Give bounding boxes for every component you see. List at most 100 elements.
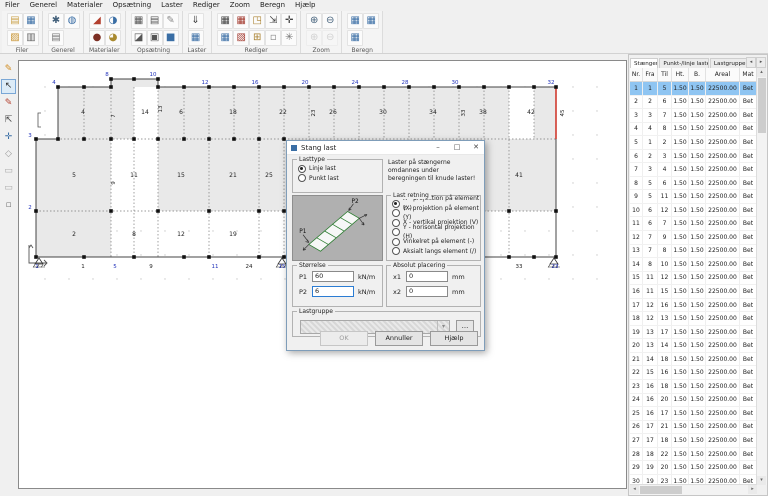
- grid-blue-icon[interactable]: ▦: [217, 30, 234, 46]
- tab-pager-icon[interactable]: ◂: [746, 57, 756, 68]
- close-icon[interactable]: ✕: [468, 141, 484, 154]
- corner-icon[interactable]: ◳: [249, 13, 266, 29]
- last-retning-option[interactable]: Y - horisontal projektion (H): [387, 224, 480, 240]
- new-file-icon[interactable]: ▤: [7, 13, 23, 29]
- column-header-fra[interactable]: Fra: [643, 68, 658, 81]
- tab-lastgrupper[interactable]: Lastgrupper: [709, 58, 747, 68]
- small-box-icon[interactable]: ▫: [265, 30, 282, 46]
- grid-icon[interactable]: ▦: [217, 13, 234, 29]
- select-cursor-icon[interactable]: ↖: [1, 79, 16, 94]
- radio-icon[interactable]: [392, 209, 400, 218]
- table-row[interactable]: 18 12 13 1.50 1.50 22500.00 Bet: [630, 312, 757, 326]
- grid-delete-icon[interactable]: ▧: [233, 30, 250, 46]
- table-row[interactable]: 6 2 3 1.50 1.50 22500.00 Bet: [630, 149, 757, 164]
- open-file-icon[interactable]: ▨: [7, 30, 23, 46]
- table-row[interactable]: 2 2 6 1.50 1.50 22500.00 Bet: [630, 95, 757, 110]
- menu-item-beregn[interactable]: Beregn: [255, 0, 290, 11]
- grid-add-icon[interactable]: ⊞: [249, 30, 266, 46]
- menu-item-laster[interactable]: Laster: [156, 0, 188, 11]
- size-p2-input[interactable]: 6: [312, 286, 354, 297]
- radio-icon[interactable]: [298, 164, 306, 173]
- table-row[interactable]: 21 14 18 1.50 1.50 22500.00 Bet: [630, 352, 757, 367]
- calculate-icon[interactable]: ▦: [347, 13, 364, 29]
- scroll-right-icon[interactable]: ▸: [748, 485, 757, 494]
- hjælp-button[interactable]: Hjælp: [430, 331, 478, 346]
- blue-box-icon[interactable]: ■: [162, 30, 179, 46]
- placement-x1-input[interactable]: 0: [406, 271, 448, 282]
- zoom-out-icon[interactable]: ⊖: [322, 13, 339, 29]
- menu-item-generel[interactable]: Generel: [25, 0, 62, 11]
- maximize-icon[interactable]: □: [449, 141, 465, 154]
- menu-item-filer[interactable]: Filer: [0, 0, 25, 11]
- scroll-up-icon[interactable]: ▴: [757, 68, 766, 77]
- placement-x2-input[interactable]: 0: [406, 286, 448, 297]
- table-row[interactable]: 23 16 18 1.50 1.50 22500.00 Bet: [630, 380, 757, 394]
- table-row[interactable]: 17 12 16 1.50 1.50 22500.00 Bet: [630, 298, 757, 313]
- panel-icon[interactable]: ▣: [146, 30, 163, 46]
- pan-icon[interactable]: ◇: [1, 147, 16, 162]
- menu-item-materialer[interactable]: Materialer: [62, 0, 108, 11]
- last-retning-option[interactable]: Y - projektion på element (Y): [387, 205, 480, 221]
- concrete-icon[interactable]: ◢: [89, 13, 105, 29]
- calc-results-icon[interactable]: ▦: [363, 13, 380, 29]
- table-row[interactable]: 25 16 17 1.50 1.50 22500.00 Bet: [630, 407, 757, 421]
- radio-icon[interactable]: [392, 237, 400, 246]
- diag-frame-icon[interactable]: ◪: [130, 30, 147, 46]
- vscroll-thumb[interactable]: [758, 78, 766, 133]
- menu-item-rediger[interactable]: Rediger: [188, 0, 225, 11]
- table-row[interactable]: 7 3 4 1.50 1.50 22500.00 Bet: [630, 163, 757, 177]
- table-row[interactable]: 19 13 17 1.50 1.50 22500.00 Bet: [630, 325, 757, 340]
- material-mix-icon[interactable]: ◕: [105, 30, 121, 46]
- table-row[interactable]: 26 17 21 1.50 1.50 22500.00 Bet: [630, 420, 757, 435]
- table-row[interactable]: 16 11 15 1.50 1.50 22500.00 Bet: [630, 285, 757, 299]
- table-row[interactable]: 12 7 9 1.50 1.50 22500.00 Bet: [630, 231, 757, 245]
- placeholder1-icon[interactable]: ▭: [1, 164, 16, 179]
- table-row[interactable]: 1 1 5 1.50 1.50 22500.00 Bet: [630, 82, 757, 96]
- snap-arrow-icon[interactable]: ⇱: [1, 113, 16, 128]
- table-row[interactable]: 15 11 12 1.50 1.50 22500.00 Bet: [630, 271, 757, 286]
- zoom-in-icon[interactable]: ⊕: [306, 13, 323, 29]
- size-p1-input[interactable]: 60: [312, 271, 354, 282]
- zoom-previous-icon[interactable]: ⊕: [306, 30, 323, 46]
- grid-red-icon[interactable]: ▦: [233, 13, 250, 29]
- load-screen-icon[interactable]: ▦: [187, 30, 204, 46]
- report-icon[interactable]: ▤: [48, 30, 64, 46]
- tools-icon[interactable]: ✎: [162, 13, 179, 29]
- column-header-mat[interactable]: Mat: [740, 68, 757, 81]
- radio-icon[interactable]: [392, 199, 400, 208]
- minimize-icon[interactable]: –: [430, 141, 446, 154]
- crosshair-icon[interactable]: ✛: [281, 13, 298, 29]
- radio-icon[interactable]: [392, 228, 400, 237]
- calc-settings-icon[interactable]: ▦: [347, 30, 364, 46]
- annuller-button[interactable]: Annuller: [375, 331, 423, 346]
- lasttype-option[interactable]: Linje last: [293, 164, 382, 174]
- menu-item-hjælp[interactable]: Hjælp: [290, 0, 320, 11]
- table-row[interactable]: 28 18 22 1.50 1.50 22500.00 Bet: [630, 447, 757, 462]
- beam-grid-icon[interactable]: ▤: [146, 13, 163, 29]
- column-header-ht[interactable]: Ht.: [672, 68, 689, 81]
- table-row[interactable]: 4 4 8 1.50 1.50 22500.00 Bet: [630, 122, 757, 137]
- column-header-areal[interactable]: Areal: [706, 68, 740, 81]
- last-retning-option[interactable]: Aksialt langs element (/): [387, 247, 480, 257]
- table-row[interactable]: 24 16 20 1.50 1.50 22500.00 Bet: [630, 393, 757, 408]
- table-row[interactable]: 20 13 14 1.50 1.50 22500.00 Bet: [630, 339, 757, 353]
- move-icon[interactable]: ✛: [1, 130, 16, 145]
- last-retning-option[interactable]: Vinkelret på element (-): [387, 237, 480, 247]
- column-header-b[interactable]: B.: [689, 68, 706, 81]
- radio-icon[interactable]: [392, 247, 400, 256]
- steel-icon[interactable]: ◑: [105, 13, 121, 29]
- edit-pen-icon[interactable]: ✎: [1, 96, 16, 111]
- resize-arrow-icon[interactable]: ⇲: [265, 13, 282, 29]
- table-row[interactable]: 27 17 18 1.50 1.50 22500.00 Bet: [630, 434, 757, 448]
- table-row[interactable]: 10 6 12 1.50 1.50 22500.00 Bet: [630, 203, 757, 218]
- print-icon[interactable]: ▥: [23, 30, 39, 46]
- zoom-extents-icon[interactable]: ⊖: [322, 30, 339, 46]
- radio-icon[interactable]: [392, 218, 400, 227]
- column-header-til[interactable]: Til: [658, 68, 672, 81]
- material-sphere-icon[interactable]: ●: [89, 30, 105, 46]
- table-row[interactable]: 13 7 8 1.50 1.50 22500.00 Bet: [630, 244, 757, 259]
- save-icon[interactable]: ▦: [23, 13, 39, 29]
- page-icon[interactable]: ▫: [1, 198, 16, 213]
- table-row[interactable]: 3 3 7 1.50 1.50 22500.00 Bet: [630, 109, 757, 123]
- placeholder2-icon[interactable]: ▭: [1, 181, 16, 196]
